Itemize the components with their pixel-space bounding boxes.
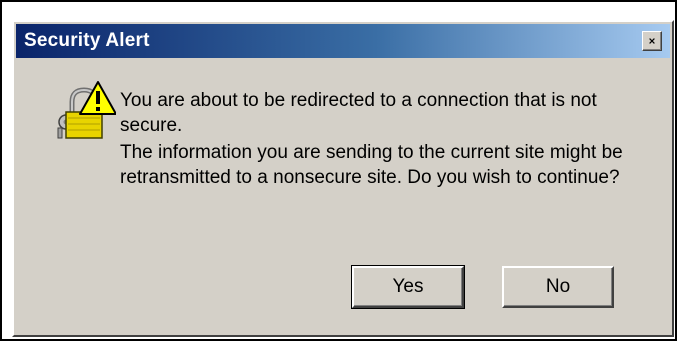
security-alert-dialog: Security Alert You are about to be redir… bbox=[12, 20, 674, 337]
primary-message: You are about to be redirected to a conn… bbox=[120, 90, 597, 136]
dialog-title: Security Alert bbox=[24, 30, 150, 51]
title-bar[interactable]: Security Alert bbox=[16, 24, 670, 58]
padlock-warning-icon bbox=[57, 81, 116, 139]
no-button[interactable]: No bbox=[502, 266, 614, 308]
secondary-message: The information you are sending to the c… bbox=[120, 142, 623, 188]
yes-button[interactable]: Yes bbox=[351, 265, 465, 309]
screenshot-frame: Security Alert You are about to be redir… bbox=[0, 0, 677, 341]
close-icon bbox=[649, 38, 655, 44]
close-button[interactable] bbox=[642, 31, 662, 51]
